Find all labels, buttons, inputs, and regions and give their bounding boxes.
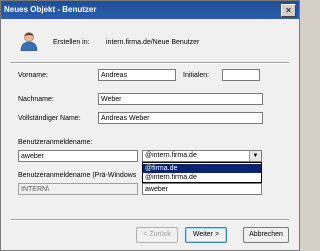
divider-top [11, 62, 289, 64]
pre2000-logon-field[interactable]: aweber [142, 183, 262, 195]
created-in-label: Erstellen in: [53, 39, 90, 46]
domain-option-firma[interactable]: @firma.de [143, 164, 261, 173]
title-bar[interactable]: Neues Objekt - Benutzer ✕ [1, 1, 299, 19]
cancel-button[interactable]: Abbrechen [243, 227, 289, 243]
domain-dropdown-list: @firma.de @intern.firma.de [142, 162, 262, 183]
pre2000-label: Benutzeranmeldename (Prä-Windows [18, 172, 137, 179]
window-title: Neues Objekt - Benutzer [4, 5, 97, 14]
last-name-field[interactable]: Weber [98, 93, 263, 105]
domain-select-value: @intern.firma.de [145, 152, 197, 159]
created-in-value: intern.firma.de/Neue Benutzer [106, 39, 200, 46]
back-button[interactable]: < Zurück [136, 227, 178, 243]
domain-select[interactable]: @intern.firma.de ▼ [142, 150, 262, 162]
full-name-field[interactable]: Andreas Weber [98, 112, 263, 124]
chevron-down-icon[interactable]: ▼ [249, 151, 261, 161]
logon-name-field[interactable]: aweber [18, 150, 138, 162]
full-name-label: Vollständiger Name: [18, 115, 81, 122]
last-name-label: Nachname: [18, 96, 54, 103]
next-button[interactable]: Weiter > [185, 227, 227, 243]
initials-field[interactable] [222, 69, 260, 81]
logon-name-label: Benutzeranmeldename: [18, 139, 93, 146]
close-icon[interactable]: ✕ [281, 4, 296, 17]
divider-bottom [11, 219, 289, 221]
user-icon [20, 32, 38, 51]
domain-option-intern[interactable]: @intern.firma.de [143, 173, 261, 182]
pre2000-domain-field: INTERN\ [18, 183, 138, 195]
initials-label: Initialen: [183, 72, 210, 79]
first-name-label: Vorname: [18, 72, 48, 79]
first-name-field[interactable]: Andreas [98, 69, 176, 81]
new-user-dialog: Neues Objekt - Benutzer ✕ Erstellen in: … [0, 0, 300, 251]
